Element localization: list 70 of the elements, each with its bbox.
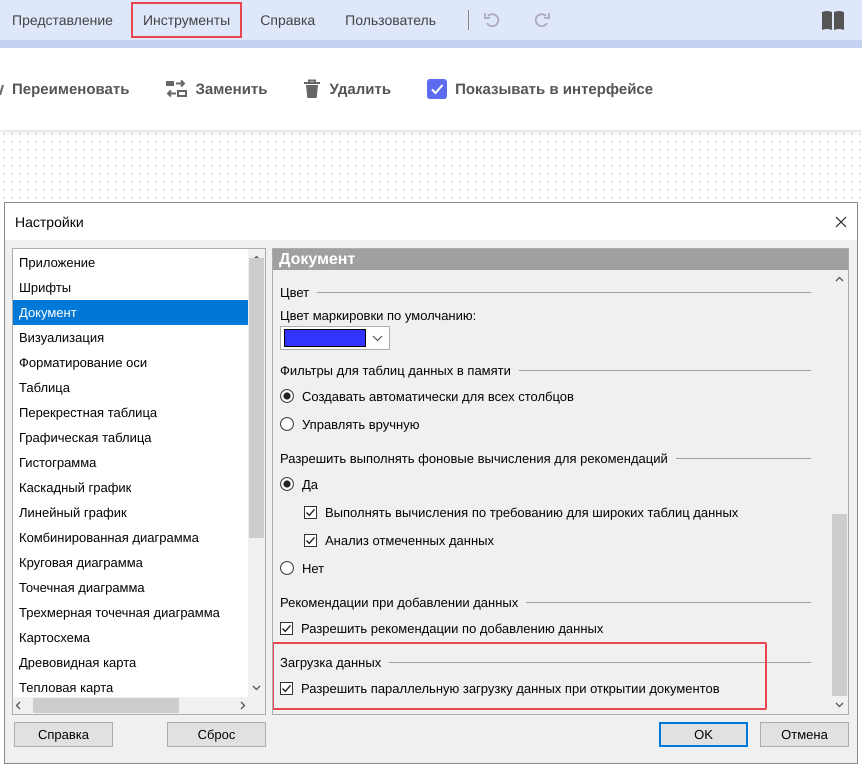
checkbox-label: Разрешить параллельную загрузку данных при открытии документов	[301, 680, 720, 696]
scroll-right-icon[interactable]	[240, 701, 246, 710]
category-item[interactable]: Визуализация	[13, 325, 248, 350]
radio-button[interactable]	[280, 389, 294, 403]
category-item[interactable]: Картосхема	[13, 625, 248, 650]
toolbar-label[interactable]: Переименовать	[12, 80, 130, 98]
scroll-up-icon[interactable]	[835, 276, 844, 282]
radio-button[interactable]	[280, 561, 294, 575]
category-item[interactable]: Документ	[13, 300, 248, 325]
dialog-button[interactable]: Сброс	[167, 722, 266, 747]
color-dropdown[interactable]	[280, 326, 390, 350]
book-icon[interactable]	[822, 10, 844, 30]
radio-label: Управлять вручную	[302, 416, 420, 432]
category-item[interactable]: Перекрестная таблица	[13, 400, 248, 425]
category-item[interactable]: Трехмерная точечная диаграмма	[13, 600, 248, 625]
close-icon[interactable]	[835, 216, 847, 228]
swap-icon	[165, 79, 188, 99]
dialog-button[interactable]: Справка	[14, 722, 113, 747]
menu-item[interactable]: Справка	[248, 2, 328, 38]
section-title: Разрешить выполнять фоновые вычисления для рекомендаций	[280, 450, 668, 466]
checkbox-label: Анализ отмеченных данных	[325, 532, 494, 548]
radio-button[interactable]	[280, 417, 294, 431]
radio-label: Да	[302, 476, 318, 492]
category-item[interactable]: Каскадный график	[13, 475, 248, 500]
panel-header: Документ	[273, 249, 848, 270]
category-item[interactable]: Древовидная карта	[13, 650, 248, 675]
checkbox[interactable]	[427, 79, 448, 99]
section-title: Фильтры для таблиц данных в памяти	[280, 362, 511, 378]
radio-button[interactable]	[280, 477, 294, 491]
category-item[interactable]: Форматирование оси	[13, 350, 248, 375]
category-item[interactable]: Комбинированная диаграмма	[13, 525, 248, 550]
chevron-down-icon	[372, 334, 383, 342]
scroll-down-icon[interactable]	[252, 685, 261, 691]
category-item[interactable]: Гистограмма	[13, 450, 248, 475]
category-item[interactable]: Графическая таблица	[13, 425, 248, 450]
scrollbar-thumb[interactable]	[249, 258, 264, 538]
toolbar-label[interactable]: Заменить	[195, 80, 268, 98]
menu-item[interactable]: Инструменты	[130, 2, 242, 38]
toolbar-label[interactable]: Показывать в интерфейсе	[455, 80, 654, 98]
dialog-title: Настройки	[15, 214, 84, 230]
scroll-down-icon[interactable]	[835, 702, 844, 708]
checkbox[interactable]	[304, 506, 317, 518]
menu-item[interactable]: Представление	[0, 2, 125, 38]
checkbox-label: Выполнять вычисления по требованию для широких таблиц данных	[325, 504, 738, 520]
checkbox-label: Разрешить рекомендации по добавлению данных	[301, 620, 604, 636]
category-item[interactable]: Шрифты	[13, 275, 248, 300]
scrollbar-thumb[interactable]	[832, 514, 847, 696]
category-item[interactable]: Таблица	[13, 375, 248, 400]
radio-label: Нет	[302, 560, 324, 576]
category-item[interactable]: Круговая диаграмма	[13, 550, 248, 575]
dialog-button[interactable]: Отмена	[760, 722, 849, 747]
checkbox[interactable]	[280, 682, 293, 694]
scroll-left-icon[interactable]	[15, 701, 21, 710]
category-item[interactable]: Приложение	[13, 250, 248, 275]
section-title: Рекомендации при добавлении данных	[280, 594, 518, 610]
section-title: Загрузка данных	[280, 654, 382, 670]
category-item[interactable]: Линейный график	[13, 500, 248, 525]
field-label: Цвет маркировки по умолчанию:	[280, 306, 478, 325]
scrollbar-thumb[interactable]	[32, 698, 178, 713]
checkbox[interactable]	[280, 622, 293, 634]
checkbox[interactable]	[304, 534, 317, 546]
category-item[interactable]: Точечная диаграмма	[13, 575, 248, 600]
dialog-button[interactable]: OK	[659, 722, 748, 747]
pencil-icon	[0, 83, 4, 95]
toolbar-label[interactable]: Удалить	[329, 80, 392, 98]
radio-label: Создавать автоматически для всех столбцов	[302, 388, 574, 404]
section-title: Цвет	[280, 284, 310, 300]
trash-icon	[303, 79, 322, 99]
menu-item[interactable]: Пользователь	[333, 2, 448, 38]
category-item[interactable]: Тепловая карта	[13, 675, 248, 697]
